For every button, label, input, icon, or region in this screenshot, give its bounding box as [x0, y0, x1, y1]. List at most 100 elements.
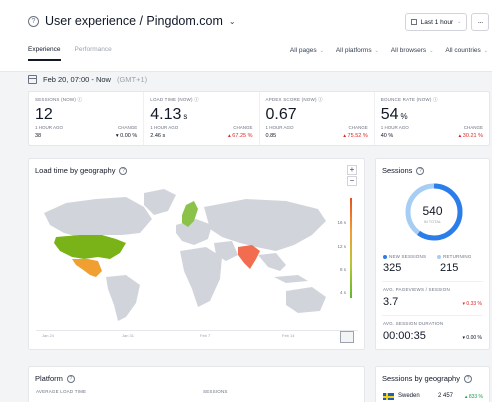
sessions-total-label: IN TOTAL: [423, 219, 442, 224]
legend-label: 4 s: [339, 290, 346, 295]
metric-change: CHANGE ▴ 75.52 %: [343, 125, 367, 140]
usa-region: [54, 235, 126, 259]
metric-value: 54%: [381, 106, 483, 124]
chevron-down-icon: ⌄: [319, 48, 324, 54]
top-bar: ? User experience / Pingdom.com ⌄ Last 1…: [0, 0, 492, 72]
timeline-handle[interactable]: [340, 331, 354, 343]
previous-label: 1 HOUR AGO: [150, 125, 179, 130]
calendar-icon: [28, 74, 37, 84]
previous-value: 0.85: [265, 132, 277, 139]
zoom-out-button[interactable]: −: [347, 176, 357, 186]
chevron-down-icon: ⌄: [374, 48, 379, 54]
previous-value: 38: [35, 132, 42, 139]
sessions-total: 540: [422, 204, 443, 218]
india-region: [238, 245, 260, 269]
previous-label: 1 HOUR AGO: [35, 125, 64, 130]
pageviews-value: 3.7: [383, 296, 399, 308]
metric-label: BOUNCE RATE (NOW) ⓘ: [381, 97, 483, 103]
help-icon[interactable]: ⓘ: [433, 97, 438, 102]
card-title-text: Sessions: [382, 166, 413, 175]
timezone-text: (GMT+1): [116, 74, 148, 84]
time-range-button[interactable]: Last 1 hour ⌄: [405, 13, 467, 31]
divider: [382, 281, 483, 282]
change-label: CHANGE: [463, 125, 483, 130]
metric-previous: 1 HOUR AGO 40 %: [381, 125, 409, 140]
duration-change: ▾ 0.00 %: [462, 335, 482, 341]
tabs: Experience Performance: [28, 46, 112, 61]
filter-countries[interactable]: All countries ⌄: [445, 47, 488, 54]
filter-countries-label: All countries: [445, 47, 481, 54]
card-title-text: Load time by geography: [35, 166, 116, 175]
sessions-card: Sessions ? 540 IN TOTAL NEW SESSIONS RET…: [375, 158, 490, 350]
canada: [44, 197, 152, 237]
zoom-in-button[interactable]: +: [347, 165, 357, 175]
filter-browsers[interactable]: All browsers ⌄: [391, 47, 434, 54]
timeline-label: Feb 14: [282, 333, 295, 338]
australia: [286, 287, 326, 313]
metric-previous: 1 HOUR AGO 2.46 s: [150, 125, 178, 140]
metric-unit: %: [400, 112, 408, 121]
change-value: ▾ 0.00 %: [115, 132, 138, 139]
returning-dot: [437, 254, 441, 259]
legend-label: 8 s: [339, 267, 346, 272]
help-icon[interactable]: ⓘ: [194, 97, 199, 102]
filter-platforms-label: All platforms: [335, 47, 372, 54]
metric-label-text: APDEX SCORE (NOW): [265, 97, 317, 102]
sessions-by-geography-card: Sessions by geography ? Sweden 2 457 ▴ 8…: [375, 366, 490, 402]
change-label: CHANGE: [233, 125, 253, 130]
chevron-down-icon: ⌄: [429, 48, 434, 54]
metric-value-number: 0.67: [265, 106, 297, 123]
new-sessions-dot: [383, 254, 387, 259]
new-sessions-label: NEW SESSIONS: [383, 254, 426, 259]
timeline-scrubber[interactable]: Jan 24 Jan 31 Feb 7 Feb 14: [36, 330, 358, 344]
title-row: ? User experience / Pingdom.com ⌄: [28, 14, 236, 28]
chevron-down-icon[interactable]: ⌄: [229, 17, 236, 26]
new-sessions-value: 325: [383, 262, 402, 274]
help-icon[interactable]: ⓘ: [78, 97, 83, 102]
load-time-legend-bar: [350, 198, 352, 298]
chevron-down-icon: ⌄: [483, 48, 488, 54]
timeline-label: Feb 7: [200, 333, 211, 338]
page-title[interactable]: User experience / Pingdom.com: [45, 14, 223, 28]
duration-label: AVG. SESSION DURATION: [383, 321, 444, 326]
returning-value: 215: [440, 262, 459, 274]
help-icon[interactable]: ⓘ: [318, 97, 323, 102]
sweden-flag-icon: [383, 393, 394, 400]
metrics-panel: SESSIONS (NOW) ⓘ 12 1 HOUR AGO 38 CHANGE ▾…: [28, 91, 490, 146]
help-icon[interactable]: ?: [28, 15, 39, 27]
indonesia: [274, 275, 308, 283]
filter-platforms[interactable]: All platforms ⌄: [336, 47, 379, 54]
tab-performance[interactable]: Performance: [75, 46, 112, 61]
date-range-text: Feb 20, 07:00 - Now: [43, 74, 111, 84]
help-icon[interactable]: ?: [463, 374, 472, 383]
divider: [382, 315, 483, 316]
card-title: Sessions ?: [382, 166, 425, 175]
legend-label: 16 s: [337, 220, 346, 225]
metric-label: LOAD TIME (NOW) ⓘ: [150, 97, 252, 103]
greenland: [144, 189, 176, 215]
world-map[interactable]: [36, 185, 336, 325]
southeast-asia: [258, 253, 286, 271]
date-range-row[interactable]: Feb 20, 07:00 - Now (GMT+1): [28, 71, 147, 87]
card-title-text: Sessions by geography: [382, 374, 460, 383]
timeline-label: Jan 24: [42, 333, 55, 338]
filter-pages[interactable]: All pages ⌄: [290, 47, 324, 54]
chevron-down-icon: ⌄: [457, 19, 462, 25]
more-button[interactable]: ···: [471, 13, 489, 31]
tab-experience[interactable]: Experience: [28, 46, 61, 61]
metric-change: CHANGE ▴ 30.21 %: [459, 125, 483, 140]
metric-value: 12: [35, 106, 137, 124]
mexico-region: [72, 259, 102, 277]
flag-cross-horizontal: [383, 396, 394, 398]
metric-value: 4.13 s: [150, 106, 252, 124]
help-icon[interactable]: ?: [119, 166, 128, 175]
change-value: ▴ 30.21 %: [458, 132, 483, 139]
geo-country: Sweden: [398, 393, 420, 399]
help-icon[interactable]: ?: [66, 374, 75, 383]
returning-label-text: RETURNING: [443, 254, 472, 259]
metric-value-number: 12: [35, 106, 53, 123]
time-range-label: Last 1 hour: [420, 18, 454, 26]
help-icon[interactable]: ?: [416, 166, 425, 175]
duration-value: 00:00:35: [383, 330, 426, 342]
metric-previous: 1 HOUR AGO 38: [35, 125, 63, 140]
